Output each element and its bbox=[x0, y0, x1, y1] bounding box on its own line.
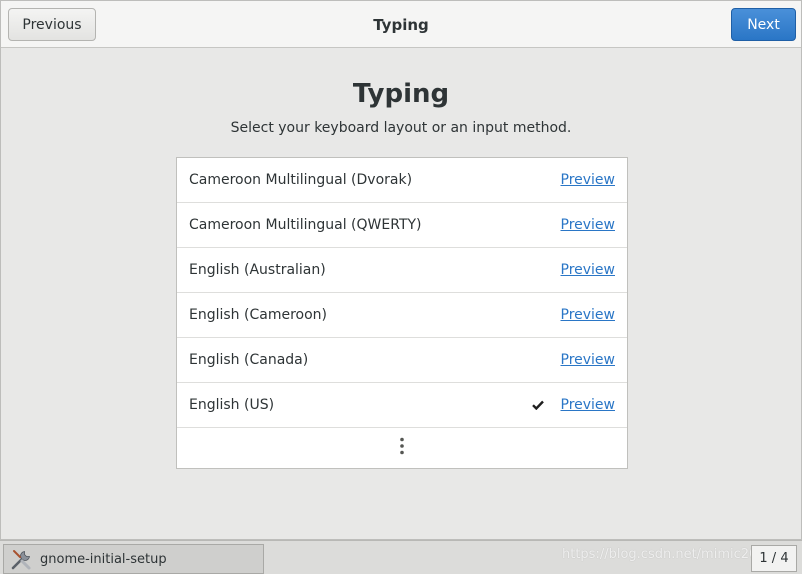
previous-button[interactable]: Previous bbox=[8, 8, 96, 41]
page-subtitle: Select your keyboard layout or an input … bbox=[230, 120, 572, 136]
keyboard-layout-list: Cameroon Multilingual (Dvorak) Preview C… bbox=[176, 157, 628, 469]
preview-link[interactable]: Preview bbox=[561, 203, 616, 247]
preview-link[interactable]: Preview bbox=[561, 158, 616, 202]
preview-link[interactable]: Preview bbox=[561, 293, 616, 337]
next-button[interactable]: Next bbox=[731, 8, 796, 41]
layout-row-cameroon-dvorak[interactable]: Cameroon Multilingual (Dvorak) Preview bbox=[177, 158, 627, 203]
taskbar-item-initial-setup[interactable]: gnome-initial-setup bbox=[3, 544, 264, 574]
layout-label: Cameroon Multilingual (QWERTY) bbox=[189, 217, 422, 233]
checkmark-icon bbox=[532, 383, 544, 427]
taskbar-item-label: gnome-initial-setup bbox=[40, 551, 167, 567]
taskbar: gnome-initial-setup https://blog.csdn.ne… bbox=[0, 540, 802, 574]
workspace-pager[interactable]: 1 / 4 bbox=[751, 545, 797, 572]
layout-label: English (Canada) bbox=[189, 352, 309, 368]
layout-label: English (Cameroon) bbox=[189, 307, 327, 323]
layout-label: Cameroon Multilingual (Dvorak) bbox=[189, 172, 413, 188]
vertical-ellipsis-icon bbox=[400, 437, 404, 459]
layout-row-english-cameroon[interactable]: English (Cameroon) Preview bbox=[177, 293, 627, 338]
preview-link[interactable]: Preview bbox=[561, 248, 616, 292]
layout-row-english-us[interactable]: English (US) Preview bbox=[177, 383, 627, 428]
header-title: Typing bbox=[373, 15, 429, 34]
preview-link[interactable]: Preview bbox=[561, 338, 616, 382]
watermark-text: https://blog.csdn.net/mimic2019 bbox=[562, 547, 774, 562]
tools-icon bbox=[10, 547, 34, 571]
layout-label: English (Australian) bbox=[189, 262, 326, 278]
layout-row-english-australian[interactable]: English (Australian) Preview bbox=[177, 248, 627, 293]
layout-label: English (US) bbox=[189, 397, 275, 413]
initial-setup-window: Previous Typing Next Typing Select your … bbox=[0, 0, 802, 540]
layout-row-cameroon-qwerty[interactable]: Cameroon Multilingual (QWERTY) Preview bbox=[177, 203, 627, 248]
preview-link[interactable]: Preview bbox=[561, 383, 616, 427]
layout-row-english-canada[interactable]: English (Canada) Preview bbox=[177, 338, 627, 383]
page-title: Typing bbox=[352, 79, 450, 109]
show-more-button[interactable] bbox=[177, 428, 627, 468]
header-bar: Previous Typing Next bbox=[1, 1, 801, 48]
